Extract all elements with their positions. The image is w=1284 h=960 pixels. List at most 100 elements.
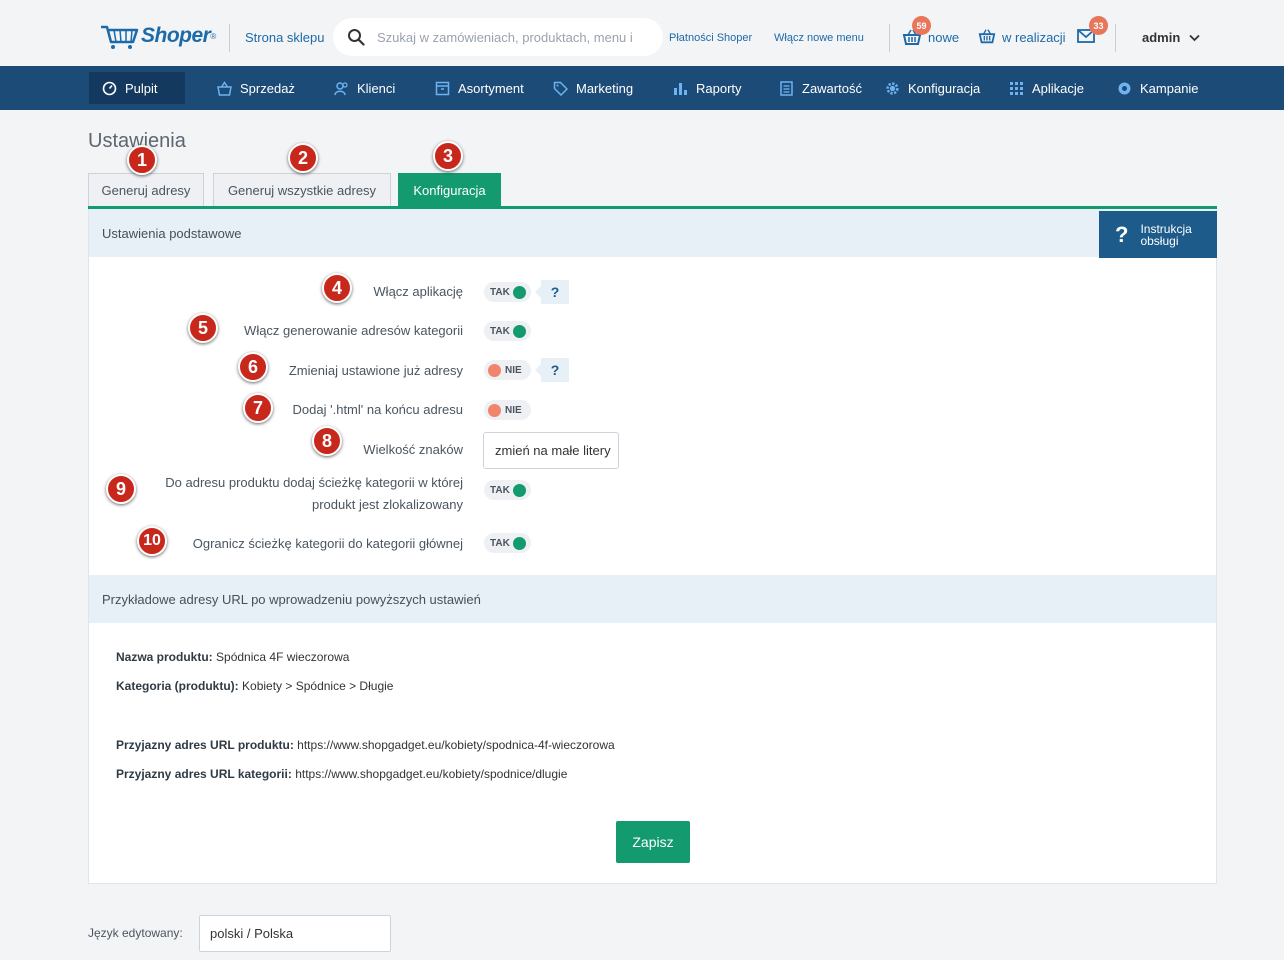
example-value: Spódnica 4F wieczorowa: [216, 650, 350, 664]
enable-app-help-icon[interactable]: ?: [535, 280, 569, 304]
toggle-text: NIE: [505, 404, 522, 416]
example-value: Kobiety > Spódnice > Długie: [242, 679, 394, 693]
top-bar: Shoper ® Strona sklepu Płatności Shoper …: [0, 0, 1284, 66]
users-icon: [334, 81, 348, 95]
user-menu[interactable]: admin: [1142, 30, 1200, 45]
search-bar[interactable]: [333, 18, 663, 56]
annotation-marker: 2: [288, 143, 318, 173]
annotation-marker: 3: [433, 141, 463, 171]
category-path-label-line2: produkt jest zlokalizowany: [311, 497, 463, 512]
example-label: Przyjazny adres URL kategorii:: [116, 767, 292, 781]
category-path-label-line1: Do adresu produktu dodaj ścieżkę kategor…: [165, 475, 463, 490]
category-urls-toggle[interactable]: TAK: [484, 321, 531, 341]
campaign-icon: [1118, 82, 1131, 94]
manual-label-line2: obsługi: [1140, 233, 1179, 248]
category-path-label: Do adresu produktu dodaj ścieżkę kategor…: [165, 472, 463, 516]
nav-aplikacje[interactable]: Aplikacje: [1009, 66, 1084, 110]
user-name: admin: [1142, 30, 1181, 45]
toggle-knob: [512, 536, 526, 550]
html-suffix-toggle[interactable]: NIE: [484, 400, 531, 420]
tag-icon: [553, 81, 568, 96]
language-label: Język edytowany:: [88, 926, 183, 940]
change-existing-help-icon[interactable]: ?: [535, 358, 569, 382]
example-product-name: Nazwa produktu: Spódnica 4F wieczorowa: [116, 650, 349, 664]
example-label: Nazwa produktu:: [116, 650, 213, 664]
nav-kampanie[interactable]: Kampanie: [1117, 66, 1199, 110]
grid-icon: [1010, 81, 1023, 95]
nav-label: Marketing: [576, 80, 634, 96]
new-menu-link[interactable]: Włącz nowe menu: [774, 32, 864, 44]
tab-generuj-adresy[interactable]: Generuj adresy: [88, 173, 204, 206]
manual-button[interactable]: ? Instrukcja obsługi: [1099, 211, 1217, 258]
divider: [889, 24, 890, 52]
tab-konfiguracja[interactable]: Konfiguracja: [398, 173, 501, 206]
toggle-knob: [488, 363, 501, 377]
nav-asortyment[interactable]: Asortyment: [435, 66, 524, 110]
nav-label: Kampanie: [1140, 80, 1199, 96]
nav-marketing[interactable]: Marketing: [553, 66, 633, 110]
change-existing-toggle[interactable]: NIE: [484, 360, 531, 380]
divider: [229, 24, 230, 52]
main-nav: Pulpit Sprzedaż Klienci Asortyment Marke…: [0, 66, 1284, 110]
example-category: Kategoria (produktu): Kobiety > Spódnice…: [116, 679, 393, 693]
nav-label: Zawartość: [802, 80, 862, 96]
nav-label: Konfiguracja: [908, 80, 981, 96]
nav-konfiguracja[interactable]: Konfiguracja: [885, 66, 980, 110]
annotation-marker: 9: [106, 474, 136, 504]
annotation-marker: 10: [137, 526, 167, 556]
example-product-url: Przyjazny adres URL produktu: https://ww…: [116, 738, 615, 752]
example-label: Przyjazny adres URL produktu:: [116, 738, 294, 752]
document-icon: [780, 80, 793, 96]
dashboard-icon: [102, 81, 117, 95]
logo-registered: ®: [210, 31, 217, 41]
example-value: https://www.shopgadget.eu/kobiety/spodni…: [295, 767, 568, 781]
nav-pulpit[interactable]: Pulpit: [89, 72, 185, 104]
annotation-marker: 1: [127, 145, 157, 175]
enable-app-label: Włącz aplikację: [373, 284, 463, 299]
search-input[interactable]: [377, 29, 637, 45]
nav-sprzedaz[interactable]: Sprzedaż: [217, 66, 295, 110]
in-progress-basket-icon[interactable]: [978, 27, 996, 45]
html-suffix-label: Dodaj '.html' na końcu adresu: [292, 402, 463, 417]
limit-path-toggle[interactable]: TAK: [484, 533, 531, 553]
toggle-text: NIE: [505, 364, 522, 376]
nav-label: Sprzedaż: [240, 80, 295, 96]
annotation-marker: 7: [243, 393, 273, 423]
annotation-marker: 5: [188, 313, 218, 343]
payments-link[interactable]: Płatności Shoper: [669, 32, 752, 44]
nav-label: Raporty: [696, 80, 742, 96]
language-select[interactable]: polski / Polska: [199, 915, 391, 952]
divider: [1115, 24, 1116, 52]
category-path-toggle[interactable]: TAK: [484, 480, 531, 500]
toggle-text: TAK: [490, 537, 510, 549]
gear-icon: [886, 81, 899, 95]
nav-raporty[interactable]: Raporty: [673, 66, 742, 110]
enable-app-toggle[interactable]: TAK: [484, 282, 531, 302]
chart-icon: [674, 82, 687, 95]
toggle-text: TAK: [490, 286, 510, 298]
search-icon: [348, 29, 365, 46]
manual-label-line1: Instrukcja: [1140, 221, 1192, 236]
in-progress-label[interactable]: w realizacji: [1002, 30, 1066, 45]
annotation-marker: 6: [238, 352, 268, 382]
logo-text: Shoper: [141, 24, 211, 47]
annotation-marker: 8: [312, 426, 342, 456]
examples-header: Przykładowe adresy URL po wprowadzeniu p…: [89, 575, 1216, 623]
shop-link[interactable]: Strona sklepu: [245, 30, 325, 45]
toggle-knob: [488, 403, 501, 417]
toggle-text: TAK: [490, 484, 510, 496]
new-orders-label[interactable]: nowe: [928, 30, 959, 45]
shoper-logo[interactable]: Shoper ®: [99, 22, 216, 50]
nav-klienci[interactable]: Klienci: [334, 66, 395, 110]
nav-label: Aplikacje: [1032, 80, 1085, 96]
letter-case-select[interactable]: zmień na małe litery: [483, 432, 619, 469]
toggle-text: TAK: [490, 325, 510, 337]
tab-generuj-wszystkie-adresy[interactable]: Generuj wszystkie adresy: [213, 173, 391, 206]
nav-label: Asortyment: [458, 80, 524, 96]
letter-case-label: Wielkość znaków: [363, 442, 463, 457]
help-icon: ?: [1115, 221, 1129, 247]
save-button[interactable]: Zapisz: [616, 821, 690, 863]
nav-zawartosc[interactable]: Zawartość: [779, 66, 862, 110]
example-value: https://www.shopgadget.eu/kobiety/spodni…: [297, 738, 615, 752]
box-icon: [435, 81, 450, 95]
